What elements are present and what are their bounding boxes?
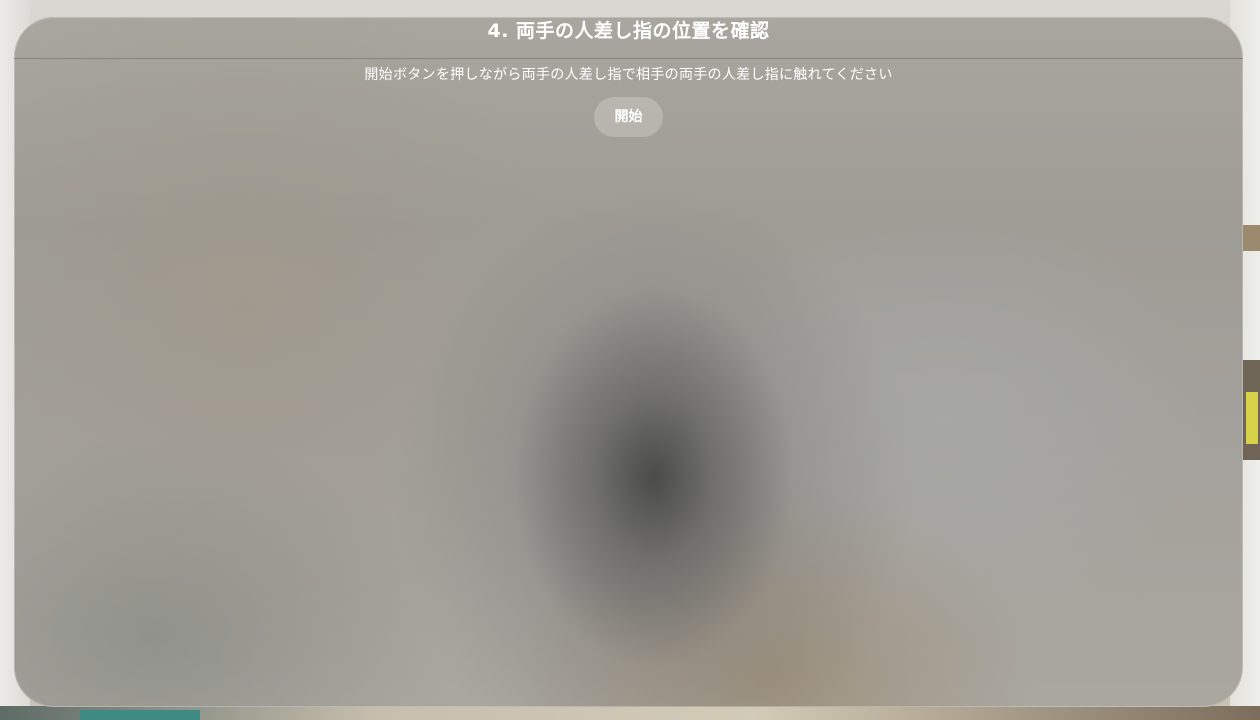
window-header: 4. 両手の人差し指の位置を確認 — [14, 17, 1243, 59]
instruction-text: 開始ボタンを押しながら両手の人差し指で相手の両手の人差し指に触れてください — [364, 67, 893, 83]
glass-window: 4. 両手の人差し指の位置を確認 開始ボタンを押しながら両手の人差し指で相手の両… — [14, 17, 1243, 707]
window-title: 4. 両手の人差し指の位置を確認 — [487, 20, 770, 42]
floor-object — [80, 710, 200, 720]
shelf — [1242, 225, 1260, 251]
book — [1246, 392, 1258, 444]
start-button[interactable]: 開始 — [594, 97, 663, 137]
